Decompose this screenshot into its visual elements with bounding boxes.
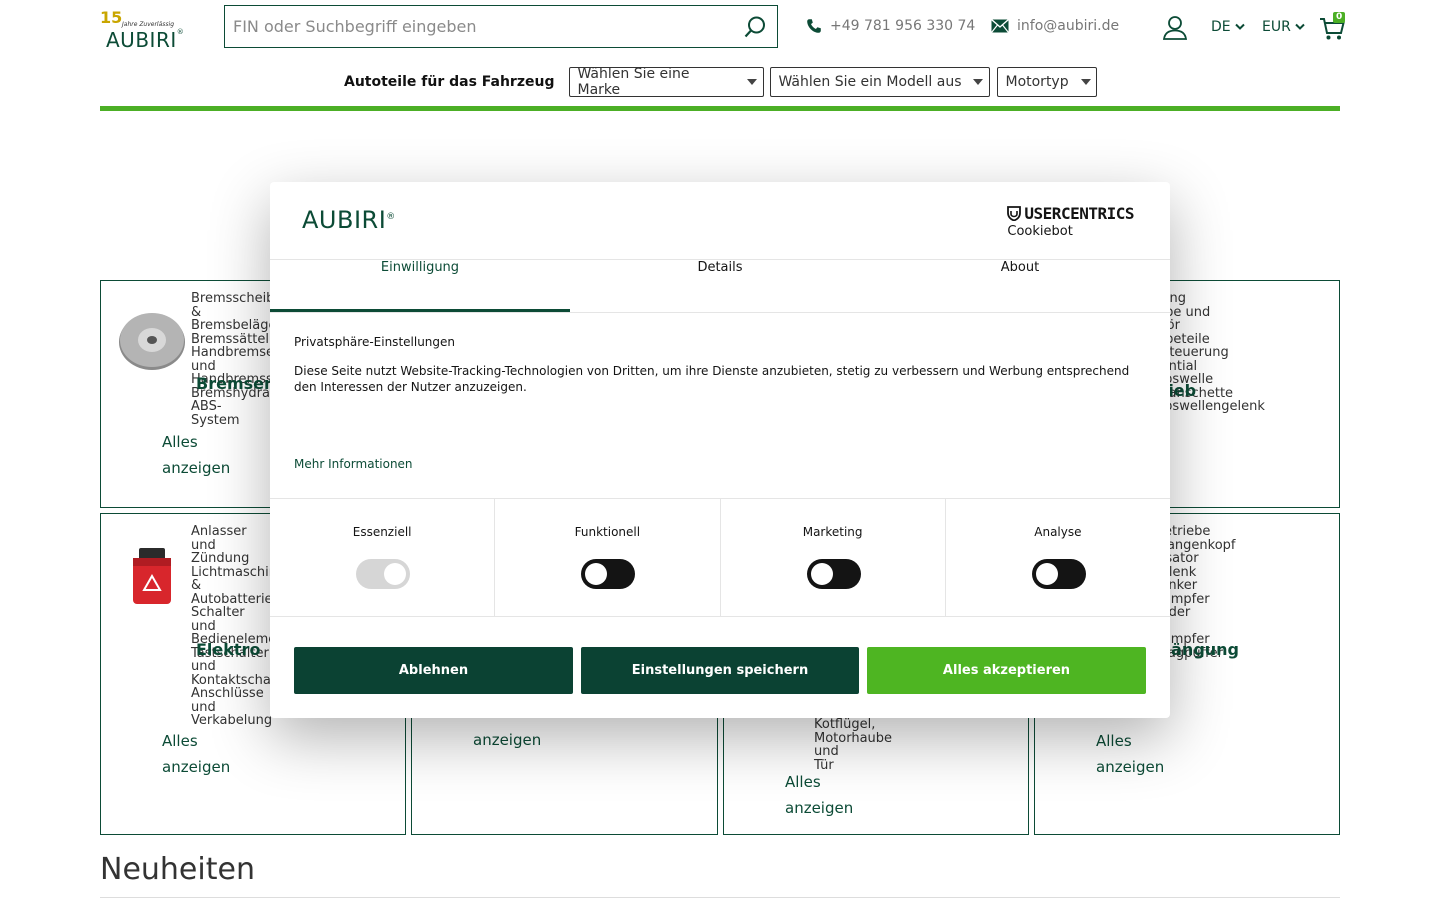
save-settings-button[interactable]: Einstellungen speichern (581, 647, 859, 694)
consent-category-analytics: Analyse (946, 499, 1170, 616)
category-label: Analyse (1034, 525, 1082, 539)
category-label: Marketing (802, 525, 863, 539)
more-information-link[interactable]: Mehr Informationen (294, 457, 413, 471)
tab-about[interactable]: About (870, 260, 1170, 312)
category-label: Essenziell (352, 525, 412, 539)
functional-toggle[interactable] (581, 559, 636, 589)
tab-consent[interactable]: Einwilligung (270, 260, 570, 312)
dialog-brand-logo: AUBIRI® (302, 206, 396, 234)
consent-category-essential: Essenziell (270, 499, 496, 616)
accept-all-button[interactable]: Alles akzeptieren (867, 647, 1146, 694)
usercentrics-logo[interactable]: USERCENTRICS Cookiebot (1007, 204, 1134, 239)
privacy-heading: Privatsphäre-Einstellungen (294, 335, 456, 349)
marketing-toggle[interactable] (806, 559, 861, 589)
analytics-toggle[interactable] (1031, 559, 1086, 589)
category-label: Funktionell (574, 525, 641, 539)
cookie-consent-dialog: AUBIRI® USERCENTRICS Cookiebot Einwillig… (270, 182, 1170, 718)
tab-details[interactable]: Details (570, 260, 870, 312)
consent-tabs: Einwilligung Details About (270, 259, 1170, 313)
essential-toggle (356, 559, 410, 589)
consent-category-marketing: Marketing (721, 499, 946, 616)
consent-category-functional: Funktionell (495, 499, 721, 616)
privacy-description: Diese Seite nutzt Website-Tracking-Techn… (294, 364, 1130, 394)
deny-button[interactable]: Ablehnen (294, 647, 573, 694)
consent-categories: Essenziell Funktionell Marketing Analyse (270, 498, 1170, 617)
shield-icon (1007, 206, 1022, 221)
